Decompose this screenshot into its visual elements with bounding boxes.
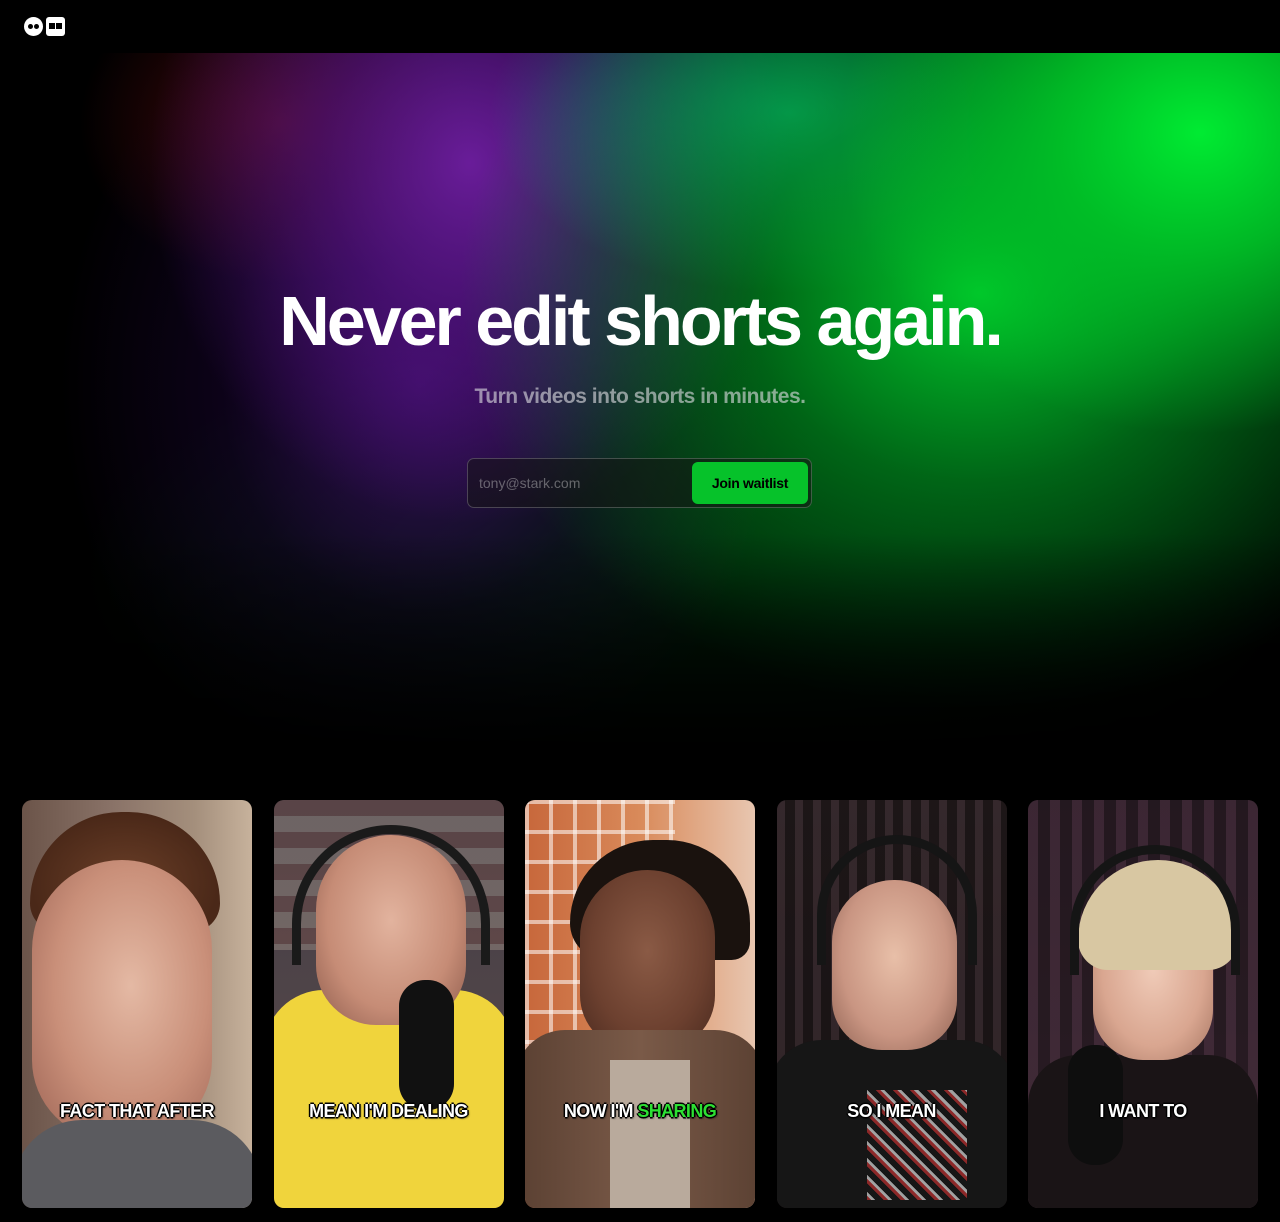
video-thumbnail — [273, 800, 504, 1208]
caption-text: NOW I'M — [563, 1101, 638, 1121]
top-bar — [0, 0, 1280, 53]
logo-square-icon — [46, 17, 65, 36]
video-caption: SO I MEAN — [847, 1101, 936, 1121]
video-thumbnail — [525, 800, 755, 1208]
video-card[interactable]: I WANT TO — [1028, 800, 1258, 1208]
join-waitlist-button[interactable]: Join waitlist — [692, 462, 808, 504]
hero-headline: Never edit shorts again. — [279, 282, 1004, 360]
waitlist-form: Join waitlist — [467, 458, 812, 508]
video-caption: I WANT TO — [1099, 1101, 1187, 1121]
logo-circle-icon — [24, 17, 43, 36]
hero-section: Never edit shorts again. Turn videos int… — [0, 53, 1280, 753]
hero-fade — [0, 533, 1280, 753]
video-card[interactable]: SO I MEAN — [776, 800, 1007, 1208]
video-thumbnail — [776, 800, 1007, 1208]
video-caption: FACT THAT AFTER — [60, 1101, 215, 1121]
hero-subheadline: Turn videos into shorts in minutes. — [474, 385, 806, 408]
video-caption: MEAN I'M DEALING — [309, 1101, 468, 1121]
video-caption: NOW I'M SHARING — [525, 1101, 755, 1122]
video-card-list: FACT THAT AFTER MEAN I'M DEALING NOW I'M… — [22, 800, 1258, 1208]
brand-logo-icon[interactable] — [24, 17, 66, 36]
video-thumbnail — [1028, 800, 1258, 1208]
caption-highlight: SHARING — [637, 1101, 717, 1121]
video-card[interactable]: FACT THAT AFTER — [22, 800, 252, 1208]
email-input[interactable] — [479, 469, 689, 497]
video-card[interactable]: MEAN I'M DEALING — [273, 800, 504, 1208]
video-card[interactable]: NOW I'M SHARING — [525, 800, 755, 1208]
video-thumbnail — [22, 800, 252, 1208]
